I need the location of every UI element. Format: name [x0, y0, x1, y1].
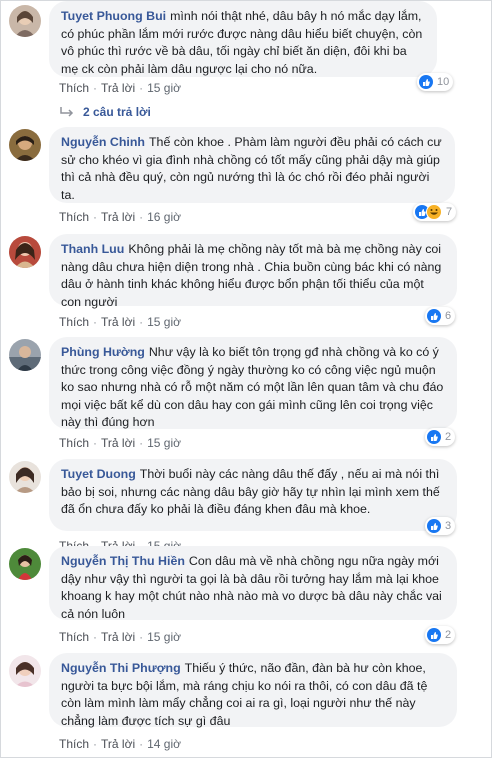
comment-time[interactable]: 15 giờ: [147, 436, 181, 450]
comment-bubble: Nguyễn Thị Thu Hiền Con dâu mà về nhà chồ…: [49, 546, 457, 621]
like-icon: [427, 430, 441, 444]
reply-arrow-icon: [60, 107, 74, 117]
avatar[interactable]: [9, 236, 41, 268]
comment-time[interactable]: 15 giờ: [147, 81, 181, 95]
reaction-summary[interactable]: 3: [425, 517, 456, 535]
reaction-count: 3: [445, 520, 452, 532]
reply-button[interactable]: Trả lời: [101, 737, 135, 751]
reaction-summary[interactable]: 10: [417, 73, 454, 91]
reply-button[interactable]: Trả lời: [101, 436, 135, 450]
reaction-count: 2: [445, 431, 452, 443]
reply-button[interactable]: Trả lời: [101, 81, 135, 95]
comment-actions: Thích·Trả lời·15 giờ: [59, 630, 181, 644]
comment-actions: Thích · Trả lời · 16 giờ: [59, 210, 181, 224]
comment-author[interactable]: Nguyễn Thị Thu Hiền: [61, 554, 185, 568]
comment-bubble: Tuyet Phuong Bui mình nói thật nhé, dâu b…: [49, 1, 437, 77]
comment-bubble: Nguyễn Thi Phượng Thiếu ý thức, não đần, …: [49, 653, 457, 728]
comment-author[interactable]: Phùng Hường: [61, 345, 145, 359]
like-icon: [427, 309, 441, 323]
reaction-count: 10: [437, 76, 450, 88]
comment-bubble: Phùng Hường Như vậy là ko biết tôn trọng …: [49, 337, 457, 429]
comment-actions: Thích · Trả lời · 14 giờ: [59, 737, 181, 751]
like-icon: [419, 75, 433, 89]
reaction-summary[interactable]: 2: [425, 428, 456, 446]
comment-time[interactable]: 14 giờ: [147, 737, 181, 751]
reply-button[interactable]: Trả lời: [101, 210, 135, 224]
comment-bubble: Thanh Luu Không phải là mẹ chồng này tốt …: [49, 234, 457, 309]
avatar[interactable]: [9, 339, 41, 371]
comment-bubble: Tuyet Duong Thời buổi này các nàng dâu th…: [49, 459, 457, 531]
avatar[interactable]: [9, 461, 41, 493]
comment-author[interactable]: Tuyet Duong: [61, 467, 136, 481]
haha-icon: [426, 204, 442, 220]
comment-author[interactable]: Nguyễn Thi Phượng: [61, 661, 181, 675]
comment-time[interactable]: 16 giờ: [147, 210, 181, 224]
comment-time[interactable]: 15 giờ: [147, 630, 181, 644]
comment-actions: Thích·Trả lời·15 giờ: [59, 81, 181, 95]
comments-panel: Tuyet Phuong Bui mình nói thật nhé, dâu b…: [0, 0, 492, 758]
like-button[interactable]: Thích: [59, 315, 89, 329]
reply-button[interactable]: Trả lời: [101, 315, 135, 329]
reaction-count: 7: [446, 206, 453, 218]
like-button[interactable]: Thích: [59, 81, 89, 95]
reaction-summary[interactable]: 2: [425, 626, 456, 644]
comment-author[interactable]: Tuyet Phuong Bui: [61, 9, 166, 23]
reaction-count: 6: [445, 310, 452, 322]
avatar[interactable]: [9, 5, 41, 37]
replies-count-label: 2 câu trả lời: [83, 105, 151, 119]
like-icon: [427, 519, 441, 533]
like-button[interactable]: Thích: [59, 630, 89, 644]
like-button[interactable]: Thích: [59, 737, 89, 751]
comment-time[interactable]: 15 giờ: [147, 315, 181, 329]
reaction-count: 2: [445, 629, 452, 641]
reaction-summary[interactable]: 7: [413, 203, 457, 221]
like-button[interactable]: Thích: [59, 210, 89, 224]
avatar[interactable]: [9, 655, 41, 687]
view-replies-link[interactable]: 2 câu trả lời: [59, 105, 151, 119]
avatar[interactable]: [9, 548, 41, 580]
like-icon: [427, 628, 441, 642]
reaction-summary[interactable]: 6: [425, 307, 456, 325]
comment-author[interactable]: Nguyễn Chinh: [61, 135, 145, 149]
avatar[interactable]: [9, 129, 41, 161]
comment-bubble: Nguyễn Chinh Thế còn khoe . Phàm làm ngườ…: [49, 127, 455, 203]
reply-button[interactable]: Trả lời: [101, 630, 135, 644]
comment-actions: Thích·Trả lời·15 giờ: [59, 315, 181, 329]
comment-author[interactable]: Thanh Luu: [61, 242, 124, 256]
comment-actions: Thích·Trả lời·15 giờ: [59, 436, 181, 450]
like-button[interactable]: Thích: [59, 436, 89, 450]
